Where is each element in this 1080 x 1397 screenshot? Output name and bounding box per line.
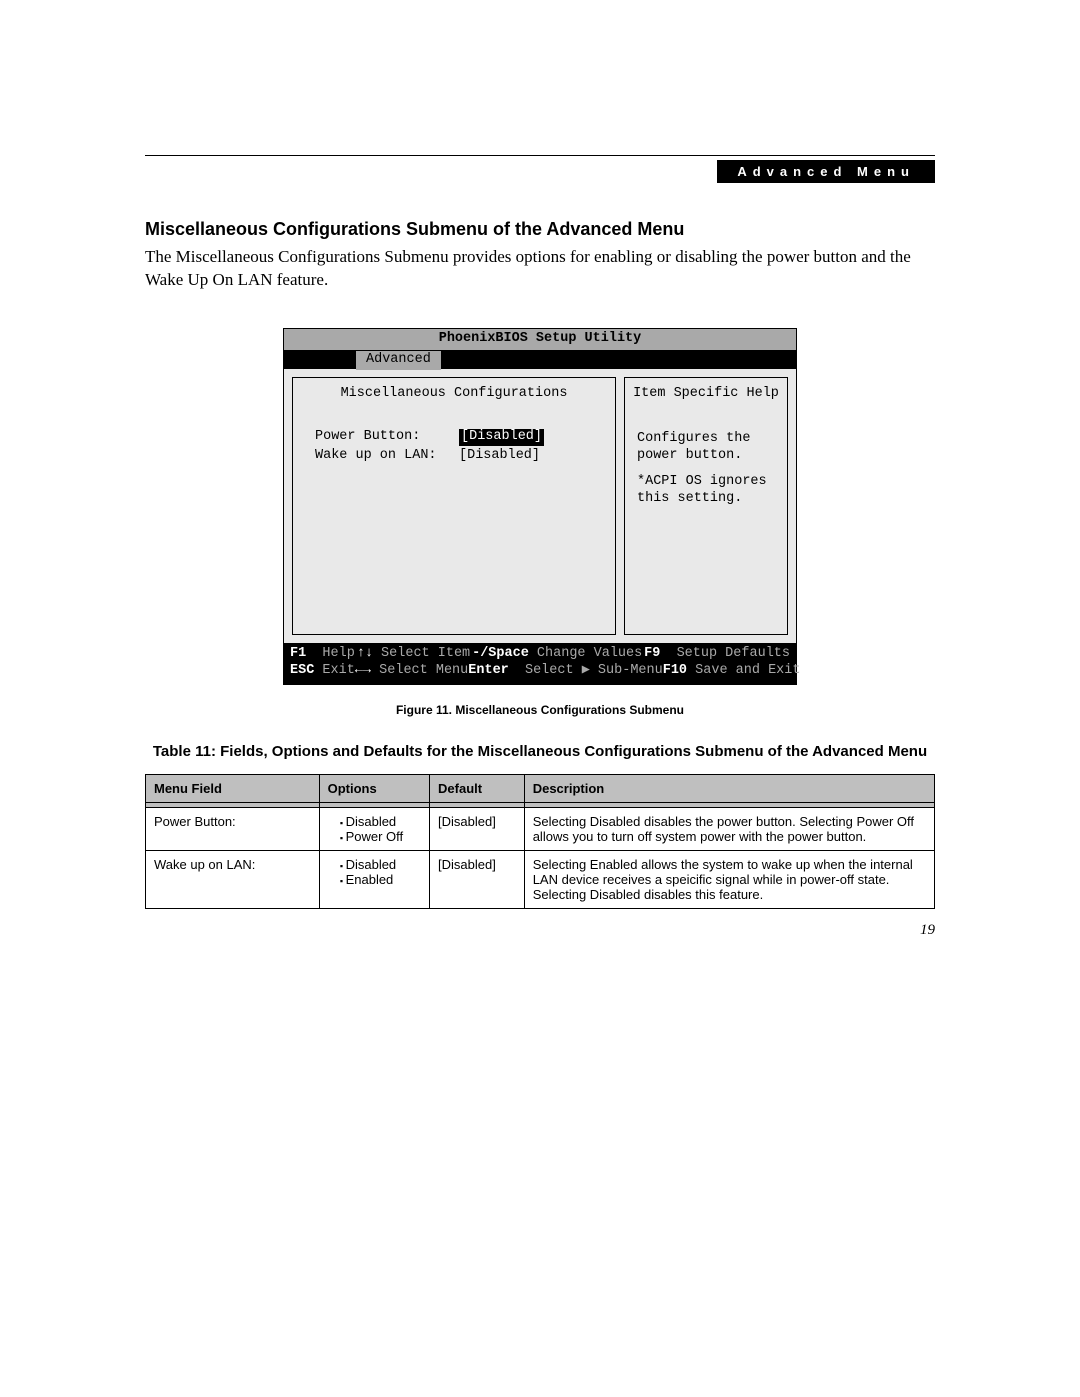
bios-left-title: Miscellaneous Configurations — [301, 384, 607, 429]
label-help: Help — [322, 646, 354, 661]
key-minus-space: -/Space — [472, 646, 529, 661]
cell-menu-field: Power Button: — [146, 808, 320, 851]
label-select-menu: Select Menu — [379, 663, 468, 678]
key-f1: F1 — [290, 646, 306, 661]
th-description: Description — [524, 775, 934, 803]
cell-options: Disabled Enabled — [319, 851, 429, 909]
table-row: Wake up on LAN: Disabled Enabled [Disabl… — [146, 851, 935, 909]
key-enter: Enter — [468, 663, 509, 678]
option-item: Disabled — [346, 857, 421, 872]
bios-field-wake-lan-label: Wake up on LAN: — [315, 448, 455, 465]
key-f9: F9 — [644, 646, 660, 661]
section-intro: The Miscellaneous Configurations Submenu… — [145, 246, 935, 292]
bios-menu-bar: Advanced — [284, 351, 796, 369]
key-leftright: ←→ — [355, 663, 371, 678]
label-change-values: Change Values — [537, 646, 642, 661]
bios-left-pane: Miscellaneous Configurations Power Butto… — [292, 377, 616, 636]
cell-description: Selecting Disabled disables the power bu… — [524, 808, 934, 851]
cell-description: Selecting Enabled allows the system to w… — [524, 851, 934, 909]
bios-right-title: Item Specific Help — [633, 384, 779, 429]
th-menu-field: Menu Field — [146, 775, 320, 803]
options-table: Menu Field Options Default Description P… — [145, 774, 935, 909]
bios-help-line1: Configures the power button. — [637, 431, 775, 465]
cell-menu-field: Wake up on LAN: — [146, 851, 320, 909]
option-item: Disabled — [346, 814, 421, 829]
label-select-submenu: Select ▶ Sub-Menu — [525, 663, 663, 678]
page-number: 19 — [920, 922, 935, 939]
option-item: Enabled — [346, 872, 421, 887]
label-setup-defaults: Setup Defaults — [677, 646, 790, 661]
label-select-item: Select Item — [381, 646, 470, 661]
cell-default: [Disabled] — [430, 808, 525, 851]
bios-help-line2: *ACPI OS ignores this setting. — [637, 474, 775, 508]
label-exit: Exit — [322, 663, 354, 678]
header-tag: Advanced Menu — [717, 160, 935, 183]
cell-default: [Disabled] — [430, 851, 525, 909]
cell-options: Disabled Power Off — [319, 808, 429, 851]
bios-tab-advanced: Advanced — [356, 351, 441, 370]
section-title: Miscellaneous Configurations Submenu of … — [145, 219, 935, 240]
key-esc: ESC — [290, 663, 314, 678]
label-save-exit: Save and Exit — [695, 663, 800, 678]
bios-field-wake-lan-value: [Disabled] — [459, 448, 607, 465]
table-title: Table 11: Fields, Options and Defaults f… — [145, 743, 935, 760]
bios-right-pane: Item Specific Help Configures the power … — [624, 377, 788, 636]
table-row: Power Button: Disabled Power Off [Disabl… — [146, 808, 935, 851]
bios-utility-title: PhoenixBIOS Setup Utility — [284, 329, 796, 351]
bios-field-power-button-label: Power Button: — [315, 429, 455, 446]
th-options: Options — [319, 775, 429, 803]
bios-figure: PhoenixBIOS Setup Utility Advanced Misce… — [283, 328, 797, 685]
bios-field-power-button-value: [Disabled] — [459, 429, 544, 446]
bios-footer: F1 Help ↑↓ Select Item -/Space Change Va… — [284, 643, 796, 684]
key-f10: F10 — [663, 663, 687, 678]
key-updown: ↑↓ — [357, 646, 373, 661]
th-default: Default — [430, 775, 525, 803]
option-item: Power Off — [346, 829, 421, 844]
figure-caption: Figure 11. Miscellaneous Configurations … — [145, 703, 935, 717]
